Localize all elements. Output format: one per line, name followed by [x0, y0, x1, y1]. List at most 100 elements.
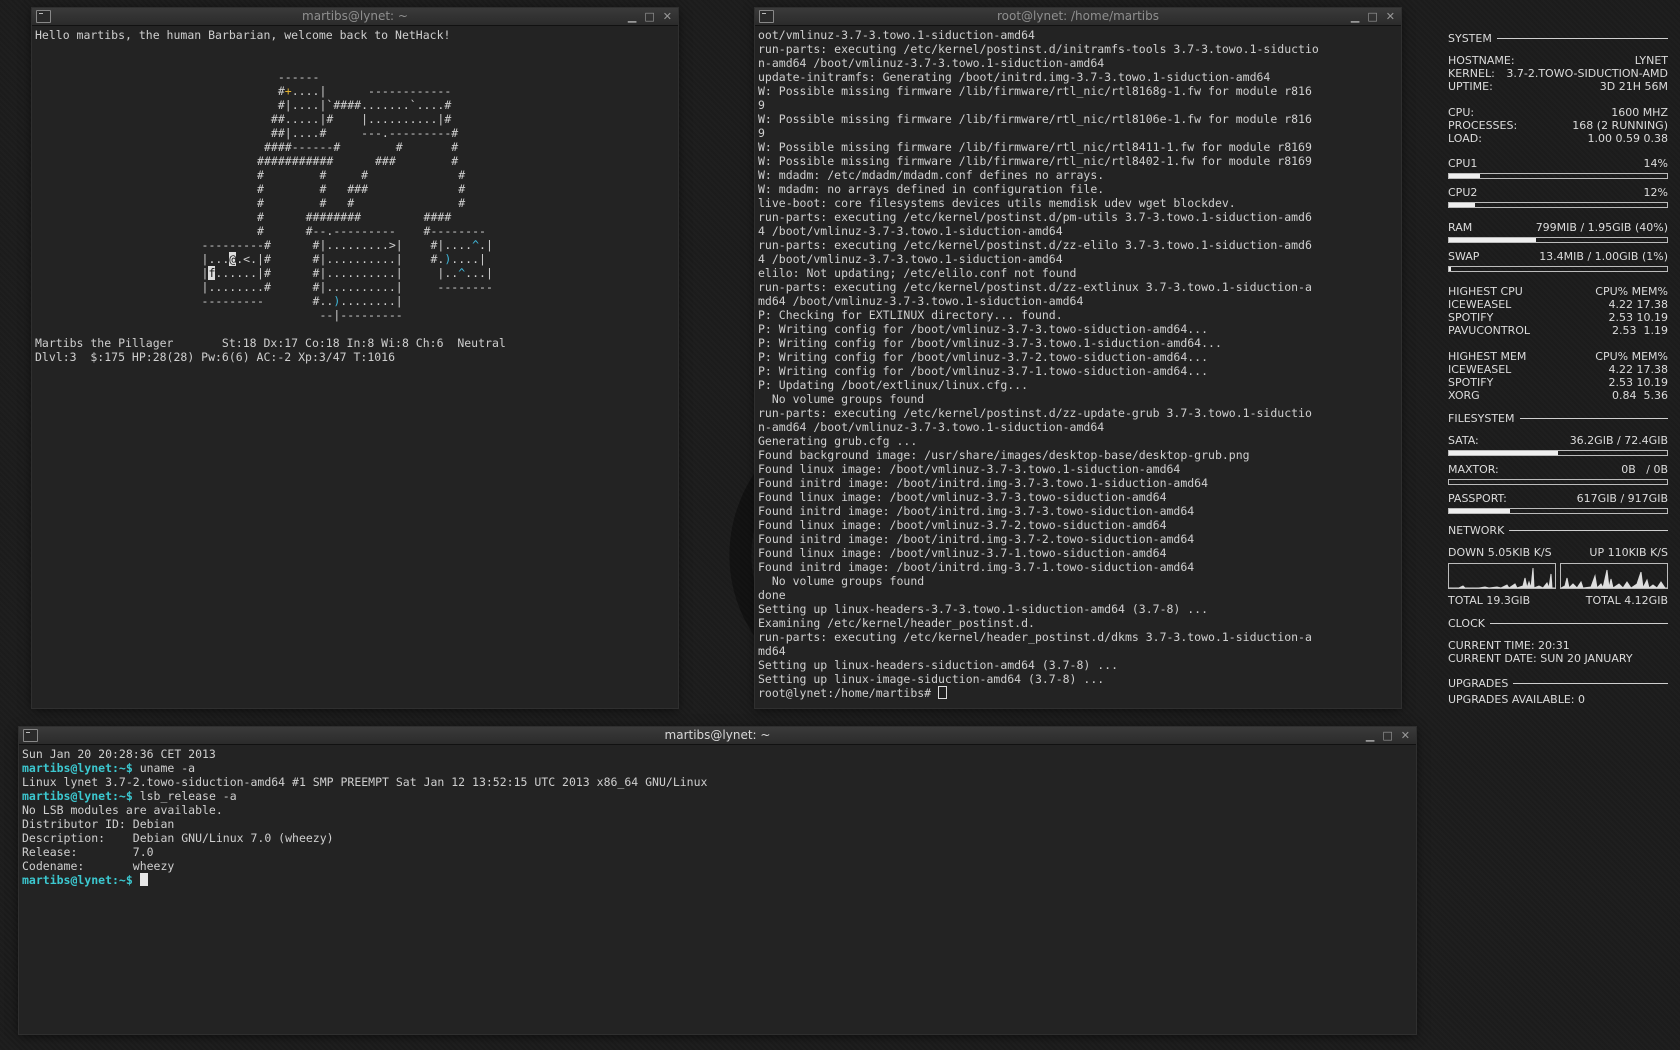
- terminal-icon[interactable]: [23, 729, 38, 742]
- value: 0.84 5.36: [1612, 389, 1668, 402]
- label: CPU2: [1448, 186, 1478, 199]
- terminal-line: Found linux image: /boot/vmlinuz-3.7-3.t…: [758, 490, 1167, 504]
- maximize-button[interactable]: □: [644, 8, 654, 25]
- terminal-icon[interactable]: [759, 10, 774, 23]
- label: PROCESSES:: [1448, 119, 1518, 132]
- ram-row: RAM 799MIB / 1.95GIB (40%): [1448, 221, 1668, 234]
- terminal-line: run-parts: executing /etc/kernel/header_…: [758, 630, 1312, 644]
- close-button[interactable]: ✕: [1386, 8, 1395, 25]
- terminal-line: P: Updating /boot/extlinux/linux.cfg...: [758, 378, 1029, 392]
- label: ICEWEASEL: [1448, 298, 1512, 311]
- terminal-line: Setting up linux-image-siduction-amd64 (…: [758, 672, 1105, 686]
- terminal-line: P: Checking for EXTLINUX directory... fo…: [758, 308, 1063, 322]
- process-row: SPOTIFY 2.53 10.19: [1448, 376, 1668, 389]
- label: CPU:: [1448, 106, 1475, 119]
- download-graph: [1448, 563, 1556, 589]
- window-title: root@lynet: /home/martibs: [996, 9, 1160, 23]
- terminal-line: Found background image: /usr/share/image…: [758, 448, 1250, 462]
- terminal-output[interactable]: Sun Jan 20 20:28:36 CET 2013 martibs@lyn…: [19, 745, 1416, 1034]
- titlebar[interactable]: martibs@lynet: ~ ▁ □ ✕: [32, 8, 678, 26]
- download-speed: DOWN 5.05KIB K/S: [1448, 546, 1552, 559]
- terminal-icon[interactable]: [36, 10, 51, 23]
- value: SUN 20 JANUARY: [1540, 652, 1633, 665]
- terminal-output[interactable]: Hello martibs, the human Barbarian, welc…: [32, 26, 678, 708]
- value: 4.22 17.38: [1608, 298, 1668, 311]
- cpu-freq-row: CPU: 1600 MHZ: [1448, 106, 1668, 119]
- terminal-line: update-initramfs: Generating /boot/initr…: [758, 70, 1271, 84]
- minimize-button[interactable]: ▁: [1351, 8, 1359, 25]
- titlebar[interactable]: root@lynet: /home/martibs ▁ □ ✕: [755, 8, 1401, 26]
- value: 36.2GIB / 72.4GIB: [1569, 434, 1668, 447]
- label: KERNEL:: [1448, 67, 1495, 80]
- terminal-line: # # # #: [257, 196, 466, 210]
- terminal-line: W: mdadm: no arrays defined in configura…: [758, 182, 1105, 196]
- terminal-line: ---------# #|.........>| #|....^.|: [201, 238, 493, 252]
- minimize-button[interactable]: ▁: [1366, 727, 1374, 744]
- terminal-line: W: Possible missing firmware /lib/firmwa…: [758, 154, 1312, 168]
- cpu1-row: CPU1 14%: [1448, 157, 1668, 170]
- label: RAM: [1448, 221, 1473, 234]
- output-line: Linux lynet 3.7-2.towo-siduction-amd64 #…: [22, 775, 708, 789]
- terminal-line: Generating grub.cfg ...: [758, 434, 918, 448]
- terminal-line: Found initrd image: /boot/initrd.img-3.7…: [758, 504, 1195, 518]
- maximize-button[interactable]: □: [1367, 8, 1377, 25]
- terminal-line: W: Possible missing firmware /lib/firmwa…: [758, 140, 1312, 154]
- root-terminal-window[interactable]: root@lynet: /home/martibs ▁ □ ✕ oot/vmli…: [755, 8, 1401, 708]
- cpu2-bar: [1448, 202, 1668, 208]
- swap-row: SWAP 13.4MIB / 1.00GIB (1%): [1448, 250, 1668, 263]
- titlebar[interactable]: martibs@lynet: ~ ▁ □ ✕: [19, 727, 1416, 745]
- close-button[interactable]: ✕: [663, 8, 672, 25]
- terminal-line: --|---------: [319, 308, 403, 322]
- label: MAXTOR:: [1448, 463, 1499, 476]
- process-row: ICEWEASEL 4.22 17.38: [1448, 298, 1668, 311]
- value: 4.22 17.38: [1608, 363, 1668, 376]
- label: CURRENT TIME:: [1448, 639, 1535, 652]
- process-row: SPOTIFY 2.53 10.19: [1448, 311, 1668, 324]
- label: UPTIME:: [1448, 80, 1493, 93]
- bottom-terminal-window[interactable]: martibs@lynet: ~ ▁ □ ✕ Sun Jan 20 20:28:…: [19, 727, 1416, 1034]
- value: 3.7-2.TOWO-SIDUCTION-AMD: [1506, 67, 1668, 80]
- terminal-line: #|....|`####.......`....#: [277, 98, 452, 112]
- minimize-button[interactable]: ▁: [628, 8, 636, 25]
- upload-graph: [1560, 563, 1668, 589]
- terminal-line: # # ### #: [257, 182, 466, 196]
- nethack-terminal-window[interactable]: martibs@lynet: ~ ▁ □ ✕ Hello martibs, th…: [32, 8, 678, 708]
- terminal-cursor[interactable]: [139, 873, 148, 886]
- output-line: Codename: wheezy: [22, 859, 175, 873]
- terminal-line: # # # #: [257, 168, 466, 182]
- terminal-output[interactable]: oot/vmlinuz-3.7-3.towo.1-siduction-amd64…: [755, 26, 1401, 708]
- label: SPOTIFY: [1448, 376, 1494, 389]
- section-heading: CLOCK: [1448, 617, 1485, 630]
- terminal-line: W: Possible missing firmware /lib/firmwa…: [758, 112, 1312, 126]
- value: 0: [1577, 693, 1585, 706]
- terminal-cursor[interactable]: [938, 686, 948, 699]
- value: 2.53 10.19: [1608, 376, 1668, 389]
- terminal-line: 9: [758, 126, 765, 140]
- close-button[interactable]: ✕: [1401, 727, 1410, 744]
- terminal-line: Dlvl:3 $:175 HP:28(28) Pw:6(6) AC:-2 Xp:…: [35, 350, 396, 364]
- hostname-row: HOSTNAME: LYNET: [1448, 54, 1668, 67]
- value: 20:31: [1538, 639, 1570, 652]
- section-heading: NETWORK: [1448, 524, 1505, 537]
- process-row: ICEWEASEL 4.22 17.38: [1448, 363, 1668, 376]
- process-row: XORG 0.84 5.36: [1448, 389, 1668, 402]
- terminal-line: P: Writing config for /boot/vmlinuz-3.7-…: [758, 336, 1222, 350]
- label: PAVUCONTROL: [1448, 324, 1531, 337]
- value: 168 (2 RUNNING): [1572, 119, 1668, 132]
- value: 799MIB / 1.95GIB (40%): [1535, 221, 1668, 234]
- terminal-line: 4 /boot/vmlinuz-3.7-3.towo.1-siduction-a…: [758, 224, 1063, 238]
- terminal-line: run-parts: executing /etc/kernel/postins…: [758, 210, 1312, 224]
- terminal-line: #+....| ------------: [277, 84, 452, 98]
- terminal-line: ########### ### #: [257, 154, 459, 168]
- terminal-line: oot/vmlinuz-3.7-3.towo.1-siduction-amd64: [758, 28, 1035, 42]
- terminal-line: Found linux image: /boot/vmlinuz-3.7-2.t…: [758, 518, 1167, 532]
- label: HOSTNAME:: [1448, 54, 1515, 67]
- maximize-button[interactable]: □: [1382, 727, 1392, 744]
- sata-bar: [1448, 450, 1668, 456]
- terminal-line: Found initrd image: /boot/initrd.img-3.7…: [758, 476, 1209, 490]
- terminal-line: done: [758, 588, 786, 602]
- output-line: Release: 7.0: [22, 845, 154, 859]
- terminal-line: P: Writing config for /boot/vmlinuz-3.7-…: [758, 322, 1209, 336]
- terminal-line: ####------# # #: [263, 140, 459, 154]
- passport-bar: [1448, 508, 1668, 514]
